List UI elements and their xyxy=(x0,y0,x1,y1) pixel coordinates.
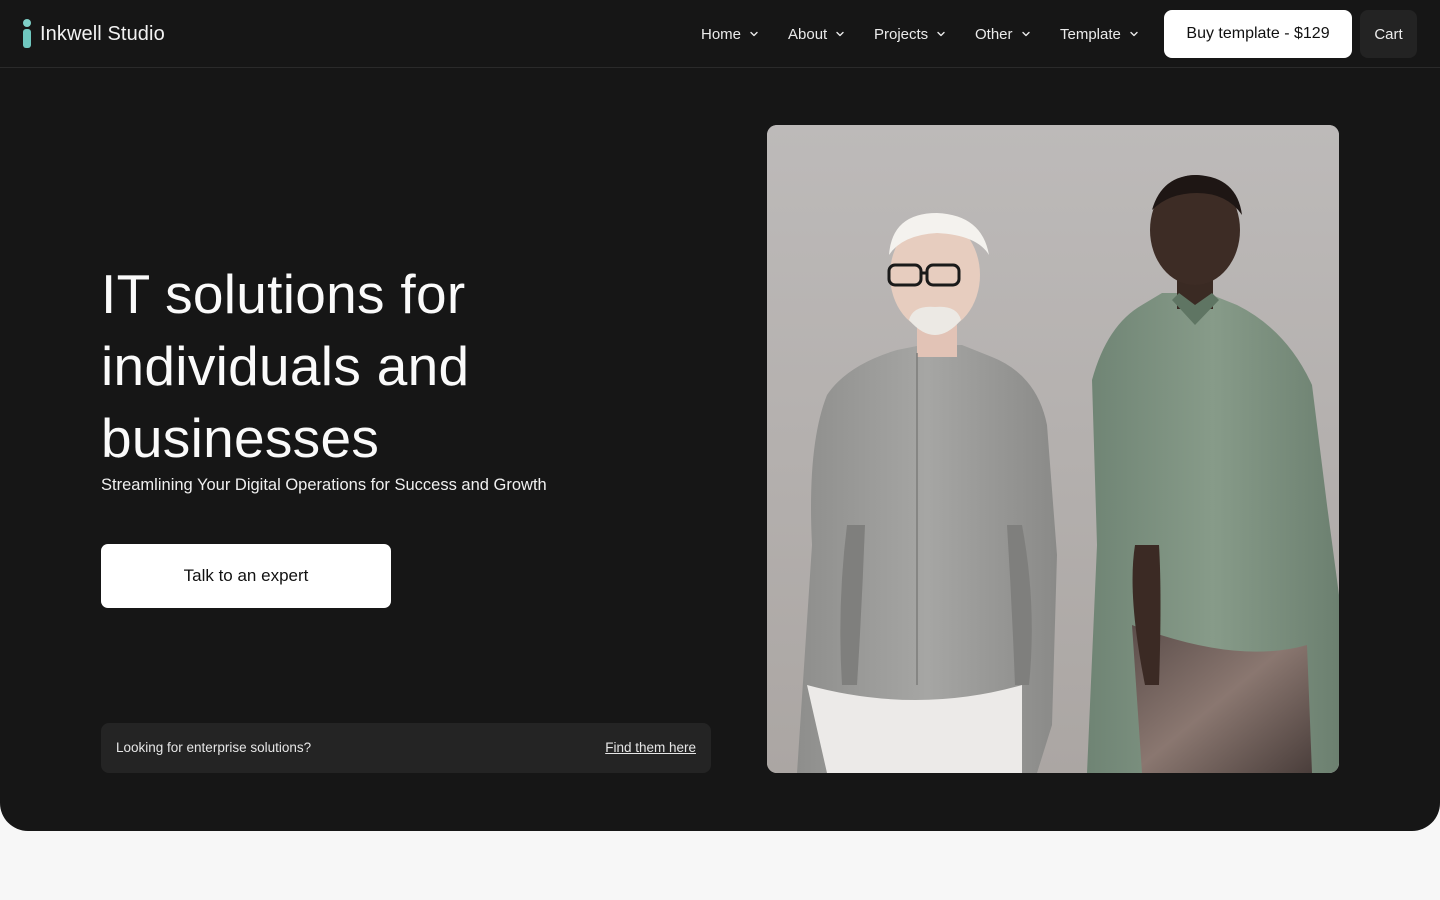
find-them-here-link[interactable]: Find them here xyxy=(605,740,696,755)
enterprise-banner-text: Looking for enterprise solutions? xyxy=(116,740,312,755)
chevron-down-icon xyxy=(750,30,758,38)
nav-item-home[interactable]: Home xyxy=(701,22,758,46)
chevron-down-icon xyxy=(1021,30,1030,38)
nav-item-template[interactable]: Template xyxy=(1060,22,1138,46)
nav-item-label: Home xyxy=(701,25,742,43)
nav-item-label: About xyxy=(788,25,828,43)
chevron-down-icon xyxy=(1130,30,1138,38)
chevron-down-icon xyxy=(836,30,844,38)
letter-i-logo-icon xyxy=(22,19,32,49)
nav-item-label: Projects xyxy=(874,25,929,43)
talk-to-expert-button[interactable]: Talk to an expert xyxy=(101,544,391,608)
nav-item-projects[interactable]: Projects xyxy=(874,22,945,46)
buy-template-button[interactable]: Buy template - $129 xyxy=(1164,10,1352,58)
brand-name: Inkwell Studio xyxy=(40,22,165,45)
nav-item-about[interactable]: About xyxy=(788,22,844,46)
hero-subheadline: Streamlining Your Digital Operations for… xyxy=(101,476,547,494)
nav-item-label: Template xyxy=(1060,25,1121,43)
hero-photo xyxy=(767,125,1339,773)
hero-headline: IT solutions for individuals and busines… xyxy=(101,263,470,469)
top-navigation: Inkwell Studio Home About Projects Other… xyxy=(0,0,1440,68)
enterprise-banner: Looking for enterprise solutions? Find t… xyxy=(101,723,711,773)
nav-item-other[interactable]: Other xyxy=(975,22,1030,46)
cart-button[interactable]: Cart xyxy=(1360,10,1417,58)
brand-logo[interactable]: Inkwell Studio xyxy=(22,18,165,50)
nav-item-label: Other xyxy=(975,25,1013,43)
hero-section: Inkwell Studio Home About Projects Other… xyxy=(0,0,1440,831)
chevron-down-icon xyxy=(937,30,945,38)
